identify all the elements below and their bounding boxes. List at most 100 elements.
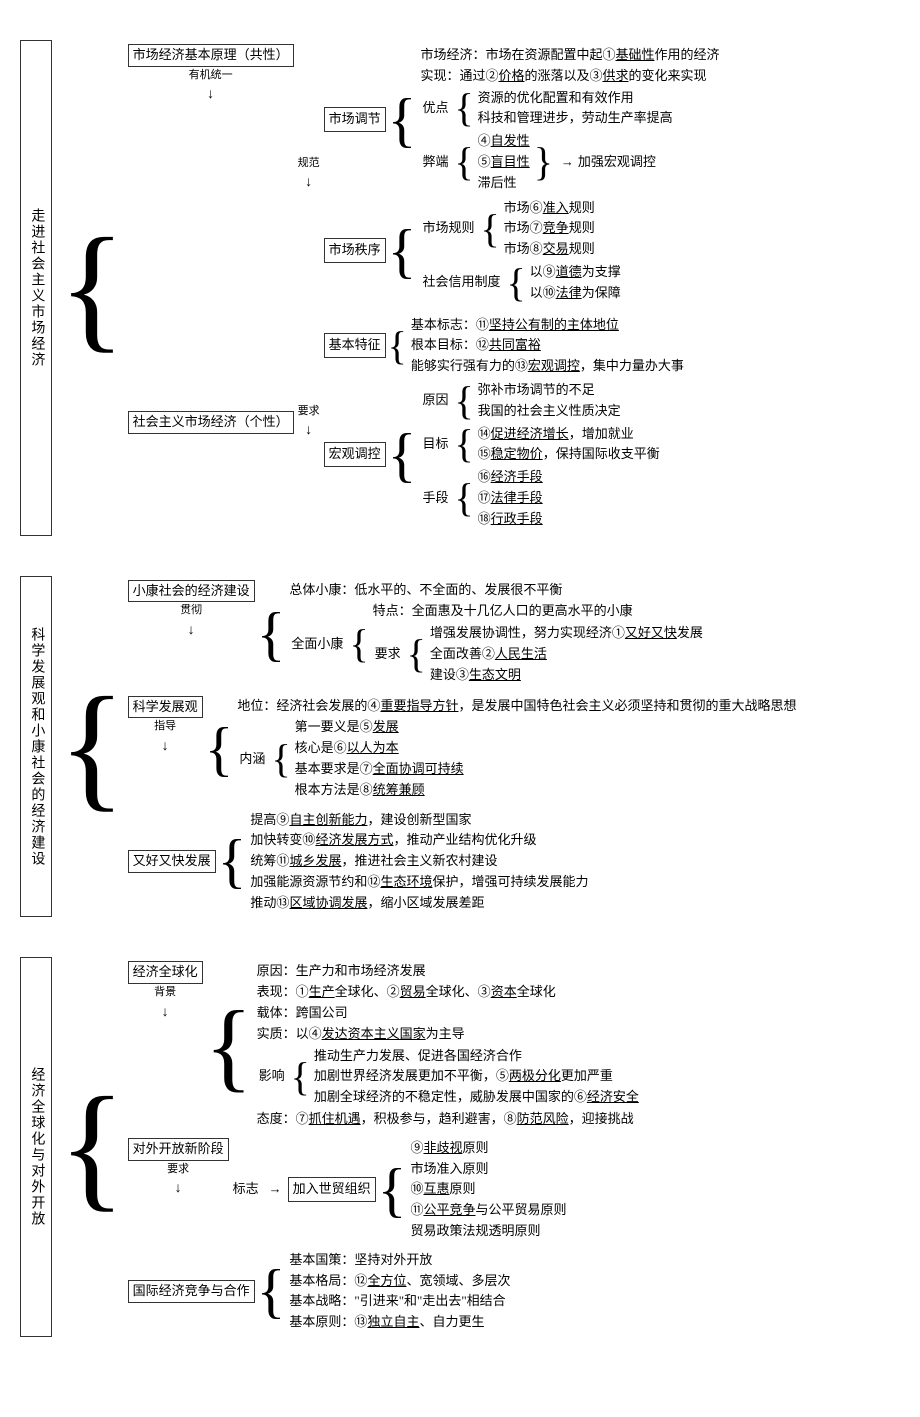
leaf-text: 以⑩法律为保障 bbox=[528, 283, 623, 304]
leaf-text: 滞后性 bbox=[476, 173, 532, 194]
branch-label: 对外开放新阶段 bbox=[128, 1138, 229, 1161]
wto-label: 加入世贸组织 bbox=[288, 1177, 376, 1202]
leaf-text: 增强发展协调性，努力实现经济①又好又快发展 bbox=[428, 623, 705, 644]
leaf-text: 根本目标：⑫共同富裕 bbox=[409, 335, 686, 356]
leaf-text: 核心是⑥以人为本 bbox=[293, 738, 466, 759]
leaf-text: 加快转变⑩经济发展方式，推动产业结构优化升级 bbox=[248, 830, 590, 851]
leaf-text: 资源的优化配置和有效作用 bbox=[476, 88, 675, 109]
brace: { bbox=[205, 696, 234, 802]
label: 要求 bbox=[371, 644, 405, 665]
leaf-text: 加剧全球经济的不稳定性，威胁发展中国家的⑥经济安全 bbox=[312, 1087, 641, 1108]
label: 标志 bbox=[229, 1179, 263, 1200]
leaf-text: ⑤盲目性 bbox=[476, 152, 532, 173]
leaf-text: 表现：①生产全球化、②贸易全球化、③资本全球化 bbox=[255, 982, 641, 1003]
leaf-text: ⑭促进经济增长，增加就业 bbox=[476, 424, 662, 445]
note: 加强宏观调控 bbox=[555, 152, 658, 173]
leaf-text: 实质：以④发达资本主义国家为主导 bbox=[255, 1024, 641, 1045]
sub-label: 市场调节 bbox=[324, 107, 386, 132]
brace: { bbox=[407, 642, 426, 666]
connector: 背景 bbox=[132, 984, 199, 1024]
brace: { bbox=[349, 632, 368, 656]
brace: { bbox=[388, 437, 417, 473]
leaf-text: 基本要求是⑦全面协调可持续 bbox=[293, 759, 466, 780]
leaf-text: 我国的社会主义性质决定 bbox=[476, 401, 623, 422]
branch-label: 又好又快发展 bbox=[128, 850, 216, 873]
connector: 要求 bbox=[132, 1161, 225, 1201]
leaf-text: 基本原则：⑬独立自主、自力更生 bbox=[287, 1312, 512, 1333]
label: 社会信用制度 bbox=[418, 272, 504, 293]
leaf-text: ⑮稳定物价，保持国际收支平衡 bbox=[476, 444, 662, 465]
leaf-text: 实现：通过②价格的涨落以及③供求的变化来实现 bbox=[418, 66, 721, 87]
brace: { bbox=[257, 580, 286, 688]
leaf-text: 特点：全面惠及十几亿人口的更高水平的小康 bbox=[371, 601, 705, 622]
brace: { bbox=[271, 747, 290, 771]
leaf-text: ⑯经济手段 bbox=[476, 467, 545, 488]
connector: 指导 bbox=[132, 718, 199, 758]
brace: { bbox=[454, 389, 473, 413]
leaf-text: 总体小康：低水平的、不全面的、发展很不平衡 bbox=[287, 580, 704, 601]
root-label-3: 经济全球化与对外开放 bbox=[20, 957, 52, 1337]
leaf-text: 市场经济：市场在资源配置中起①基础性作用的经济 bbox=[418, 45, 721, 66]
label: 手段 bbox=[418, 488, 452, 509]
leaf-text: 市场⑦竞争规则 bbox=[502, 218, 597, 239]
diagram-market-economy: 走进社会主义市场经济 { 市场经济基本原理（共性） 有机统一 规范 市场调节 {… bbox=[20, 40, 900, 536]
leaf-text: ⑰法律手段 bbox=[476, 488, 545, 509]
leaf-text: 弥补市场调节的不足 bbox=[476, 380, 623, 401]
branch-label: 经济全球化 bbox=[128, 961, 203, 984]
leaf-text: 推动⑬区域协调发展，缩小区域发展差距 bbox=[248, 893, 590, 914]
brace: { bbox=[388, 334, 407, 358]
leaf-text: 市场准入原则 bbox=[408, 1159, 568, 1180]
brace: { bbox=[257, 1250, 286, 1333]
leaf-text: 推动生产力发展、促进各国经济合作 bbox=[312, 1046, 641, 1067]
branch-label: 科学发展观 bbox=[128, 696, 203, 719]
brace: { bbox=[58, 576, 125, 918]
leaf-text: 能够实行强有力的⑬宏观调控，集中力量办大事 bbox=[409, 356, 686, 377]
leaf-text: ⑪公平竞争与公平贸易原则 bbox=[408, 1200, 568, 1221]
leaf-text: 态度：⑦抓住机遇，积极参与，趋利避害，⑧防范风险，迎接挑战 bbox=[255, 1109, 641, 1130]
brace: { bbox=[291, 1065, 310, 1089]
brace: { bbox=[454, 96, 473, 120]
label: 市场规则 bbox=[418, 218, 478, 239]
brace: { bbox=[454, 150, 473, 174]
diagram-globalization: 经济全球化与对外开放 { 经济全球化 背景 { 原因：生产力和市场经济发展 表现… bbox=[20, 957, 900, 1337]
brace: { bbox=[454, 432, 473, 456]
leaf-text: 载体：跨国公司 bbox=[255, 1003, 641, 1024]
brace: { bbox=[480, 217, 499, 241]
arrow-icon: → bbox=[269, 1179, 282, 1200]
leaf-text: 建设③生态文明 bbox=[428, 665, 705, 686]
leaf-text: 基本标志：⑪坚持公有制的主体地位 bbox=[409, 315, 686, 336]
root-label-2: 科学发展观和小康社会的经济建设 bbox=[20, 576, 52, 918]
leaf-text: 基本国策：坚持对外开放 bbox=[287, 1250, 512, 1271]
brace: { bbox=[454, 486, 473, 510]
leaf-text: 全面改善②人民生活 bbox=[428, 644, 705, 665]
brace: { bbox=[218, 810, 247, 914]
connector: 有机统一 bbox=[132, 67, 290, 107]
leaf-text: 地位：经济社会发展的④重要指导方针，是发展中国特色社会主义必须坚持和贯彻的重大战… bbox=[235, 696, 798, 717]
brace: { bbox=[205, 961, 253, 1129]
branch-label: 社会主义市场经济（个性） bbox=[128, 411, 294, 434]
leaf-text: 提高⑨自主创新能力，建设创新型国家 bbox=[248, 810, 590, 831]
sub-label: 市场秩序 bbox=[324, 238, 386, 263]
label: 弊端 bbox=[418, 152, 452, 173]
connector: 要求 bbox=[298, 403, 320, 443]
leaf-text: 加强能源资源节约和⑫生态环境保护，增强可持续发展能力 bbox=[248, 872, 590, 893]
leaf-text: 贸易政策法规透明原则 bbox=[408, 1221, 568, 1242]
brace: { bbox=[388, 233, 417, 269]
label: 目标 bbox=[418, 434, 452, 455]
branch-label: 小康社会的经济建设 bbox=[128, 580, 255, 603]
leaf-text: ⑩互惠原则 bbox=[408, 1179, 568, 1200]
brace: { bbox=[378, 1172, 407, 1208]
brace: { bbox=[388, 102, 417, 138]
label: 优点 bbox=[418, 98, 452, 119]
leaf-text: 第一要义是⑤发展 bbox=[293, 717, 466, 738]
leaf-text: 市场⑧交易规则 bbox=[502, 239, 597, 260]
leaf-text: 科技和管理进步，劳动生产率提高 bbox=[476, 108, 675, 129]
leaf-text: ⑱行政手段 bbox=[476, 509, 545, 530]
connector: 规范 bbox=[298, 155, 320, 195]
connector: 贯彻 bbox=[132, 602, 251, 642]
leaf-text: ④自发性 bbox=[476, 131, 532, 152]
leaf-text: 统筹⑪城乡发展，推进社会主义新农村建设 bbox=[248, 851, 590, 872]
brace: { bbox=[58, 957, 125, 1337]
root-label-1: 走进社会主义市场经济 bbox=[20, 40, 52, 536]
sub-label: 基本特征 bbox=[324, 333, 386, 358]
